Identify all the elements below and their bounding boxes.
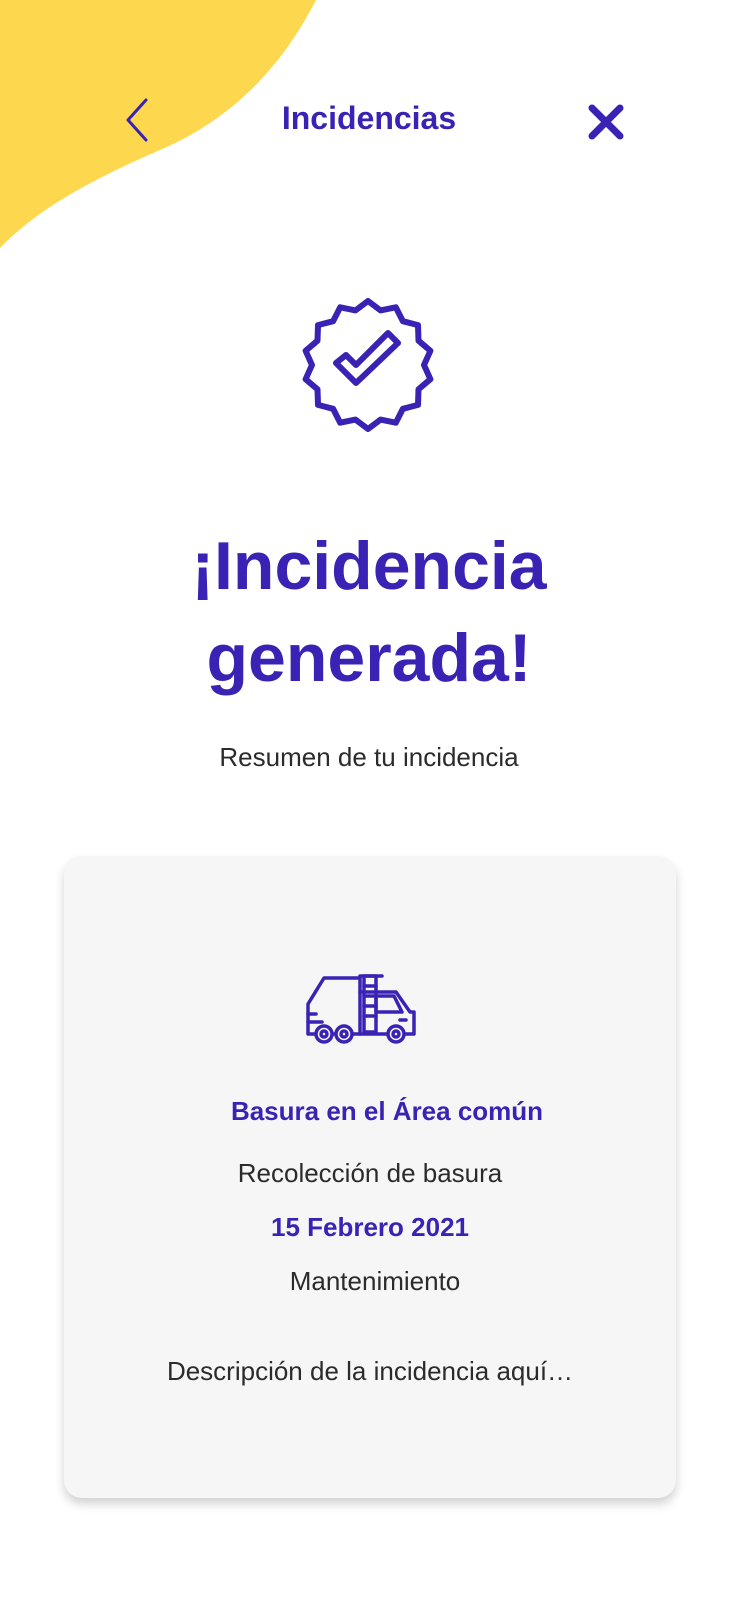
close-icon bbox=[588, 104, 624, 140]
incident-description: Descripción de la incidencia aquí… bbox=[166, 1356, 574, 1386]
header-bar: Incidencias bbox=[0, 88, 738, 158]
close-button[interactable] bbox=[586, 102, 626, 142]
page-title: Incidencias bbox=[281, 100, 457, 136]
incident-title: Basura en el Área común bbox=[230, 1096, 544, 1126]
incident-type: Mantenimiento bbox=[289, 1266, 461, 1296]
headline-text: ¡Incidencia generada! bbox=[191, 528, 547, 696]
summary-subtitle: Resumen de tu incidencia bbox=[219, 742, 519, 772]
incident-summary-card: Basura en el Área común Recolección de b… bbox=[64, 856, 676, 1498]
success-headline: ¡Incidencia generada! bbox=[0, 520, 738, 704]
incident-category: Recolección de basura bbox=[237, 1158, 503, 1188]
check-badge-icon bbox=[302, 298, 434, 432]
garbage-truck-icon bbox=[306, 974, 416, 1044]
incident-date: 15 Febrero 2021 bbox=[270, 1212, 469, 1242]
